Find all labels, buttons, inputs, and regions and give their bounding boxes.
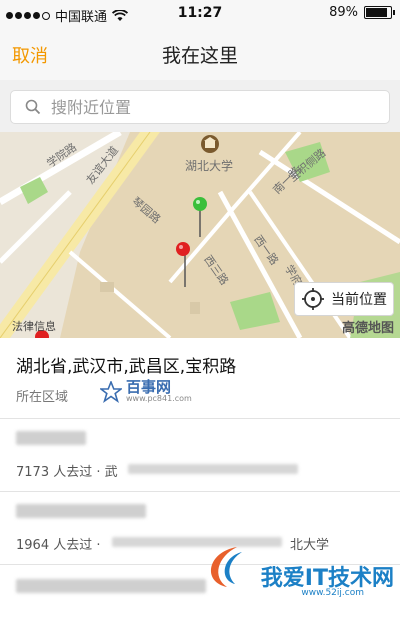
watermark-bottom-url: www.52ij.com [301, 588, 364, 598]
watermark-name: 百事网 [126, 378, 172, 396]
address-subtitle: 所在区域 [16, 390, 69, 405]
watermark-baishi: 百事网 www.pc841.com [100, 380, 192, 403]
address-title: 湖北省,武汉市,武昌区,宝积路 [16, 357, 237, 377]
list-item[interactable]: 7173 人去过 · 武 [0, 419, 400, 492]
poi-university: 湖北大学 [185, 159, 234, 173]
search-input[interactable] [49, 96, 353, 118]
battery-status: 89% [329, 5, 395, 20]
watermark-52ij: 我爱IT技术网 www.52ij.com [197, 542, 394, 598]
selected-address[interactable]: 湖北省,武汉市,武昌区,宝积路 所在区域 百事网 www.pc841.com [0, 338, 400, 419]
current-location-label: 当前位置 [331, 292, 387, 308]
legal-info-link[interactable]: 法律信息 [12, 318, 56, 334]
blurred-place-name [16, 504, 146, 518]
watermark-url: www.pc841.com [126, 394, 192, 403]
navigation-bar: 取消 我在这里 [0, 28, 400, 80]
battery-percent: 89% [329, 5, 358, 20]
page-title: 我在这里 [161, 45, 238, 67]
status-bar: 中国联通 11:27 89% [0, 0, 400, 28]
visit-count: 7173 人去过 · 武 [16, 465, 118, 480]
blurred-address [128, 464, 298, 474]
university-icon [201, 135, 219, 153]
search-icon [25, 99, 41, 115]
search-box[interactable] [10, 90, 390, 124]
current-location-button[interactable]: 当前位置 [294, 282, 394, 316]
search-bar-container [0, 80, 400, 132]
star-logo-icon [100, 380, 122, 403]
blurred-place-name [16, 431, 86, 445]
locate-icon [302, 288, 324, 310]
map-provider-logo: 高德地图 [341, 321, 394, 336]
visit-count: 1964 人去过 · [16, 538, 101, 553]
tech-logo-icon [210, 547, 242, 587]
battery-icon [364, 6, 395, 19]
map-view[interactable]: 湖北大学 学院路 友谊大道 宝积侧路 南一路 琴园路 西三路 西一路 学府路 法… [0, 132, 400, 338]
blurred-place-name [16, 579, 206, 593]
